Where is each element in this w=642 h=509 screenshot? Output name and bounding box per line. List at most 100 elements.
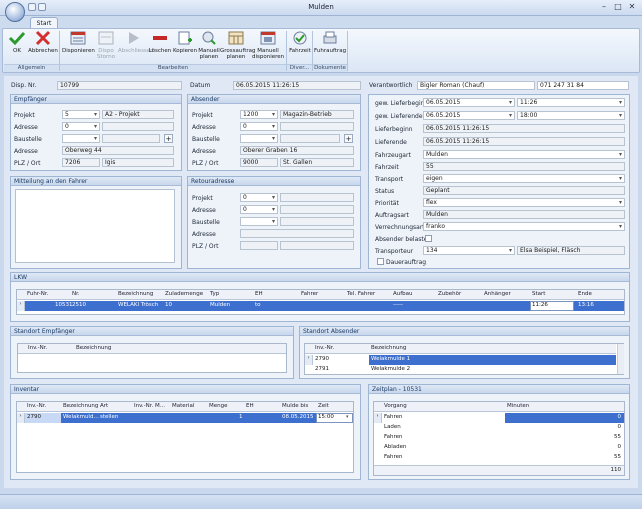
ret-adresse-label: Adresse (192, 207, 216, 214)
lieferbeginn-date[interactable]: 06.05.2015 (423, 98, 515, 107)
standort-absender-row[interactable]: › 2790 Welakmulde 1 (305, 355, 616, 365)
dispo-storno-button[interactable]: Dispo Storno (94, 30, 118, 66)
lkw-row[interactable]: › 10531 2510 WELAKI Trösch 10 Mulden to … (17, 301, 624, 311)
abs-projekt-dropdown[interactable]: 1200 (240, 110, 278, 119)
ribbon-tab-strip (0, 16, 642, 28)
ret-baustelle-dropdown[interactable] (240, 217, 278, 226)
empf-add-baustelle-button[interactable]: + (164, 134, 173, 143)
verantwortlich-label: Verantwortlich (369, 82, 413, 89)
empf-adresse-dropdown[interactable]: 0 (62, 122, 100, 131)
datum-field[interactable]: 06.05.2015 11:26:15 (233, 81, 361, 90)
abs-projekt-name: Magazin-Betrieb (280, 110, 354, 119)
col-header: Mulde bis (282, 403, 309, 409)
ret-adresse-dropdown[interactable]: 0 (240, 205, 278, 214)
lieferbeginn-time[interactable]: 11:26 (517, 98, 625, 107)
abs-adresse-dropdown[interactable]: 0 (240, 122, 278, 131)
standort-absender-scrollbar[interactable] (617, 344, 624, 374)
check-icon (8, 31, 26, 46)
lkw-col: Bezeichnung (118, 291, 154, 297)
ok-button[interactable]: OK (6, 30, 28, 66)
cell: 08.05.2015 (282, 414, 314, 420)
inventar-header: Inv.-Nr. Bezeichnung Art Inv.-Nr. M... M… (17, 402, 353, 412)
disponieren-button[interactable]: Disponieren (62, 30, 95, 66)
fahrzeugart-label: Fahrzeugart (375, 152, 411, 159)
abbrechen-button[interactable]: Abbrechen (28, 30, 58, 66)
empf-adresse-label: Adresse (14, 124, 38, 131)
zeitplan-row[interactable]: › Fahren 0 (374, 413, 624, 423)
prioritaet-label: Priorität (375, 200, 399, 207)
zeitplan-row[interactable]: Fahren 55 (374, 453, 624, 463)
col-header: Bezeichnung (76, 345, 112, 351)
empf-baustelle-dropdown[interactable] (62, 134, 100, 143)
lkw-col: Zulademenge (165, 291, 204, 297)
abs-add-baustelle-button[interactable]: + (344, 134, 353, 143)
transporteur-dropdown[interactable]: 134 (423, 246, 515, 255)
verantwortlich-field[interactable]: Bigler Roman (Chauf) (417, 81, 535, 90)
lkw-cell: 10531 (55, 302, 73, 308)
abs-baustelle-label: Baustelle (192, 136, 220, 143)
zeitplan-row[interactable]: Fahren 55 (374, 433, 624, 443)
standort-absender-row[interactable]: 2791 Welakmulde 2 (305, 365, 616, 375)
empf-adresse-name (102, 122, 174, 131)
cell: 1 (239, 414, 243, 420)
ok-label: OK (13, 48, 21, 54)
ret-projekt-dropdown[interactable]: 0 (240, 193, 278, 202)
abs-baustelle-dropdown[interactable] (240, 134, 278, 143)
lkw-grid-header: Fuhr-Nr. Nr. Bezeichnung Zulademenge Typ… (17, 290, 624, 300)
cell: 55 (614, 454, 621, 460)
manuell-planen-button[interactable]: Manuell planen (198, 30, 220, 66)
standort-empfaenger-title: Standort Empfänger (11, 327, 293, 336)
grossauftrag-planen-button[interactable]: Grossauftrag planen (220, 30, 255, 66)
fahrzeugart-dropdown[interactable]: Mulden (423, 150, 625, 159)
lieferende-date[interactable]: 06.05.2015 (423, 111, 515, 120)
verrechnung-dropdown[interactable]: franko (423, 222, 625, 231)
phone-field[interactable]: 071 247 31 84 (537, 81, 629, 90)
manuell-planen-label: Manuell planen (198, 48, 220, 60)
dauerauftrag-checkbox[interactable] (377, 258, 384, 265)
fahrzeit-button[interactable]: Fahrzeit (288, 30, 312, 66)
lb-field: 06.05.2015 11:26:15 (423, 124, 625, 133)
disp-nr-field[interactable]: 10799 (57, 81, 182, 90)
close-button[interactable]: ✕ (624, 2, 640, 12)
inventar-row[interactable]: › 2790 Welakmuld... stellen 1 08.05.2015… (17, 413, 353, 423)
zeitplan-row[interactable]: Laden 0 (374, 423, 624, 433)
ribbon-separator (347, 31, 348, 71)
disposition-icon (70, 31, 86, 45)
loeschen-button[interactable]: Löschen (148, 30, 172, 66)
datum-label: Datum (190, 82, 211, 89)
standort-empfaenger-header: Inv.-Nr. Bezeichnung (18, 344, 286, 354)
absender-belasten-checkbox[interactable] (425, 235, 432, 242)
manuell-disponieren-button[interactable]: Manuell disponieren (252, 30, 284, 66)
le-label: Lieferende (375, 139, 407, 146)
play-icon (129, 32, 139, 44)
zeitplan-row[interactable]: Abladen 0 (374, 443, 624, 453)
lieferende-time[interactable]: 18:00 (517, 111, 625, 120)
empf-plz-field: 7206 (62, 158, 100, 167)
abs-adresse-name (280, 122, 354, 131)
copy-icon (178, 31, 192, 45)
zeit-dropdown-icon[interactable]: ▾ (346, 414, 349, 420)
kopieren-button[interactable]: Kopieren (172, 30, 198, 66)
cell: 55 (614, 434, 621, 440)
lkw-cell: 13:16 (578, 302, 594, 308)
prioritaet-dropdown[interactable]: flex (423, 198, 625, 207)
ret-baustelle-label: Baustelle (192, 219, 220, 226)
fuhrauftrag-button[interactable]: Fuhrauftrag (314, 30, 346, 66)
zeitplan-total: 110 (610, 467, 622, 473)
absender-title: Absender (188, 95, 360, 104)
abschliessen-button[interactable]: Abschliessen (118, 30, 154, 66)
lkw-cell: 2510 (72, 302, 86, 308)
lkw-col: Fuhr-Nr. (27, 291, 49, 297)
zeit-cell[interactable]: 15:00 (318, 414, 334, 420)
cell: Fahren (384, 454, 403, 460)
transport-dropdown[interactable]: eigen (423, 174, 625, 183)
lkw-start-cell[interactable]: 11:26 (532, 302, 548, 308)
mitteilung-textarea[interactable] (15, 189, 175, 263)
abs-ort-field: St. Gallen (280, 158, 354, 167)
abs-plz-label: PLZ / Ort (192, 160, 219, 167)
col-header: EH (246, 403, 254, 409)
empf-projekt-dropdown[interactable]: 5 (62, 110, 100, 119)
col-header: Menge (209, 403, 228, 409)
app-menu-button[interactable] (5, 2, 25, 22)
fuhrauftrag-icon (323, 31, 337, 44)
